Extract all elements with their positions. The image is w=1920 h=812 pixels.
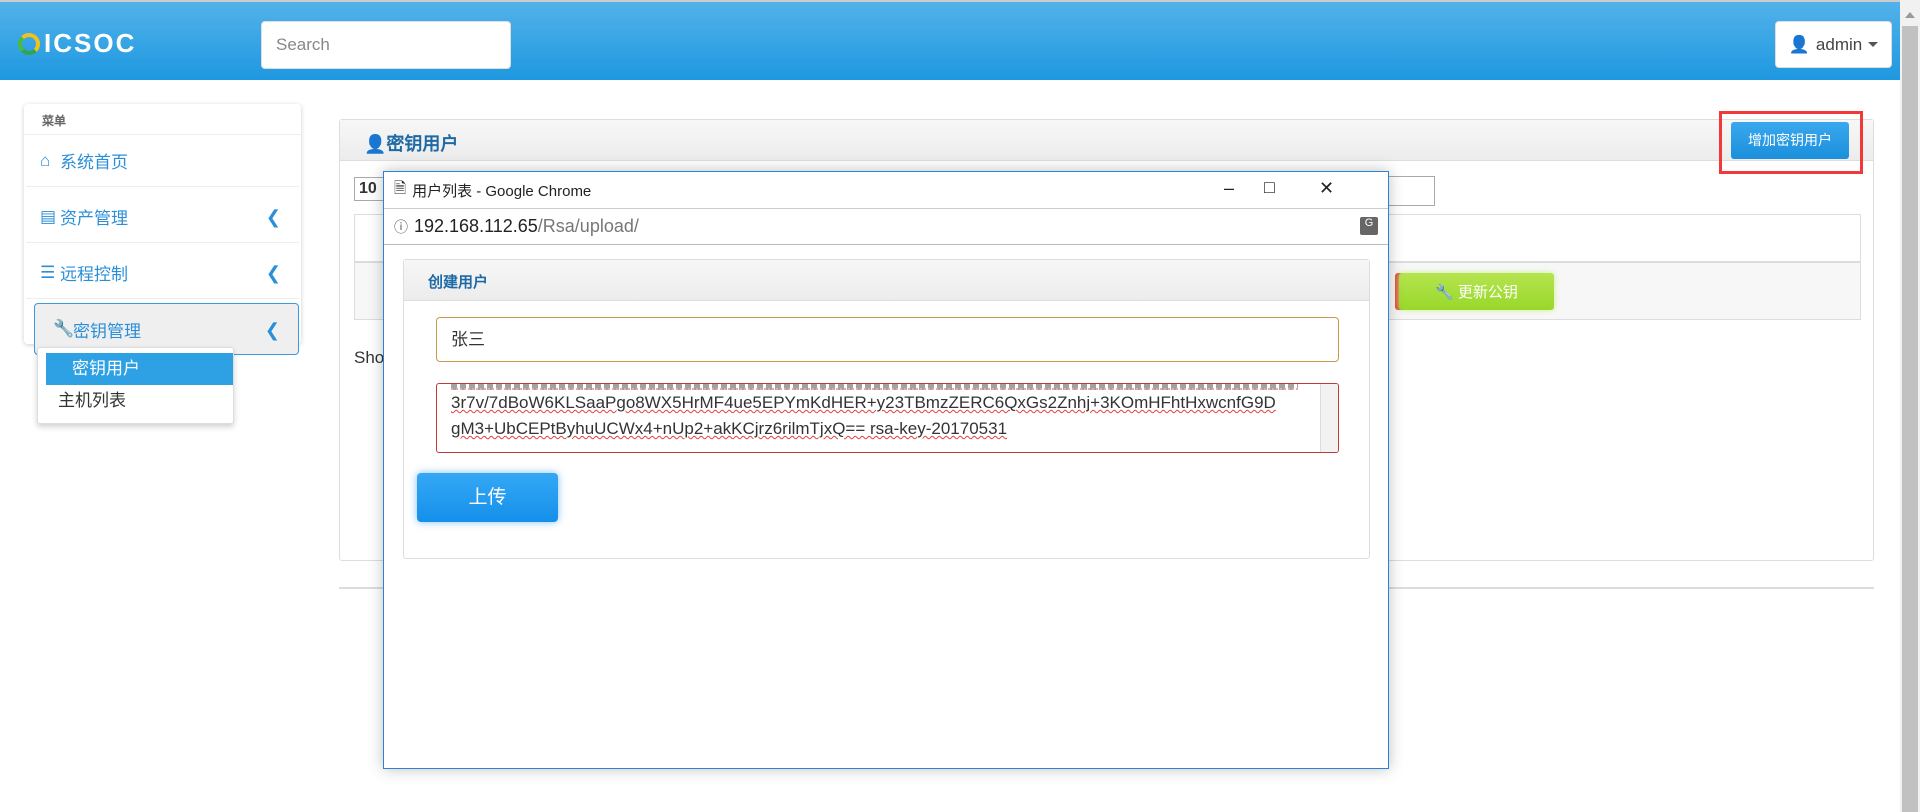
- highlight-box: [1719, 111, 1863, 174]
- textarea-scrollbar[interactable]: [1320, 384, 1338, 452]
- chevron-left-icon: ❮: [265, 207, 281, 227]
- username: admin: [1815, 34, 1863, 54]
- user-icon: 👤: [1788, 34, 1810, 54]
- panel-header: 👤密钥用户: [340, 120, 1873, 161]
- home-icon: ⌂: [40, 150, 51, 170]
- scroll-up-icon[interactable]: [1905, 12, 1915, 18]
- clipped-text-line: [451, 384, 1298, 390]
- sidebar-item-label: 密钥管理: [73, 321, 141, 341]
- search-input[interactable]: Search: [261, 21, 511, 69]
- close-icon[interactable]: ✕: [1319, 178, 1334, 199]
- sidebar-item-label: 资产管理: [60, 209, 128, 228]
- user-icon: 👤: [364, 134, 387, 154]
- update-key-button[interactable]: 🔧 更新公钥: [1399, 273, 1554, 310]
- url-host: 192.168.112.65: [414, 216, 538, 236]
- minimize-icon[interactable]: –: [1224, 178, 1234, 199]
- username-input[interactable]: 张三: [436, 317, 1339, 362]
- chevron-left-icon: ❮: [264, 320, 280, 340]
- logo-text: ICSOC: [44, 28, 137, 58]
- public-key-textarea[interactable]: 3r7v/7dBoW6KLSaaPgo8WX5HrMF4ue5EPYmKdHER…: [436, 383, 1339, 453]
- sidebar-item-label: 远程控制: [60, 265, 128, 284]
- create-user-panel: 创建用户 张三 3r7v/7dBoW6KLSaaPgo8WX5HrMF4ue5E…: [403, 259, 1370, 559]
- key-line: gM3+UbCEPtByhuUCWx4+nUp2+akKCjrz6rilmTjx…: [451, 419, 1008, 438]
- logo[interactable]: ICSOC: [18, 28, 136, 59]
- sidebar-item-home[interactable]: ⌂ 系统首页: [26, 135, 299, 187]
- page-icon: 🗎: [394, 179, 407, 197]
- table-info: Sho: [354, 348, 385, 367]
- page-title: 密钥用户: [386, 134, 459, 154]
- sidebar-item-remote[interactable]: ☰ 远程控制 ❮: [26, 247, 299, 299]
- chevron-left-icon: ❮: [265, 263, 281, 283]
- panel-header: 创建用户: [404, 260, 1369, 301]
- url-path: /Rsa/upload/: [537, 216, 639, 236]
- top-navbar: ICSOC Search 👤 admin: [0, 0, 1900, 80]
- window-title: 用户列表 - Google Chrome: [412, 182, 592, 200]
- server-icon: ☰: [40, 262, 56, 282]
- drive-icon: ▤: [40, 206, 57, 226]
- submenu-item-key-users[interactable]: 密钥用户: [46, 353, 233, 385]
- sidebar-item-label: 系统首页: [60, 153, 128, 172]
- key-line: 3r7v/7dBoW6KLSaaPgo8WX5HrMF4ue5EPYmKdHER…: [451, 393, 1276, 412]
- wrench-icon: 🔧: [1435, 283, 1454, 301]
- caret-down-icon: [1868, 42, 1879, 47]
- sidebar: 菜单 ⌂ 系统首页 ▤ 资产管理 ❮ ☰ 远程控制 ❮ 🔧 密钥管理 ❮: [24, 104, 301, 355]
- sidebar-item-assets[interactable]: ▤ 资产管理 ❮: [26, 191, 299, 243]
- button-label: 更新公钥: [1457, 284, 1518, 301]
- submenu: 密钥用户 主机列表: [37, 347, 234, 424]
- maximize-icon[interactable]: □: [1264, 177, 1275, 198]
- wrench-icon: 🔧: [53, 319, 75, 338]
- sidebar-title: 菜单: [24, 104, 301, 135]
- chrome-popup-window: 🗎 用户列表 - Google Chrome – □ ✕ ⓘ 192.168.11…: [383, 171, 1389, 769]
- info-icon[interactable]: ⓘ: [394, 217, 408, 237]
- submenu-item-host-list[interactable]: 主机列表: [38, 385, 233, 417]
- window-titlebar[interactable]: 🗎 用户列表 - Google Chrome – □ ✕: [384, 172, 1388, 209]
- upload-button[interactable]: 上传: [417, 473, 558, 522]
- scrollbar-thumb[interactable]: [1902, 26, 1918, 812]
- user-menu-button[interactable]: 👤 admin: [1775, 21, 1892, 68]
- address-bar[interactable]: ⓘ 192.168.112.65/Rsa/upload/ G: [384, 209, 1388, 245]
- logo-ring-icon: [18, 32, 40, 55]
- translate-icon[interactable]: G: [1360, 217, 1378, 235]
